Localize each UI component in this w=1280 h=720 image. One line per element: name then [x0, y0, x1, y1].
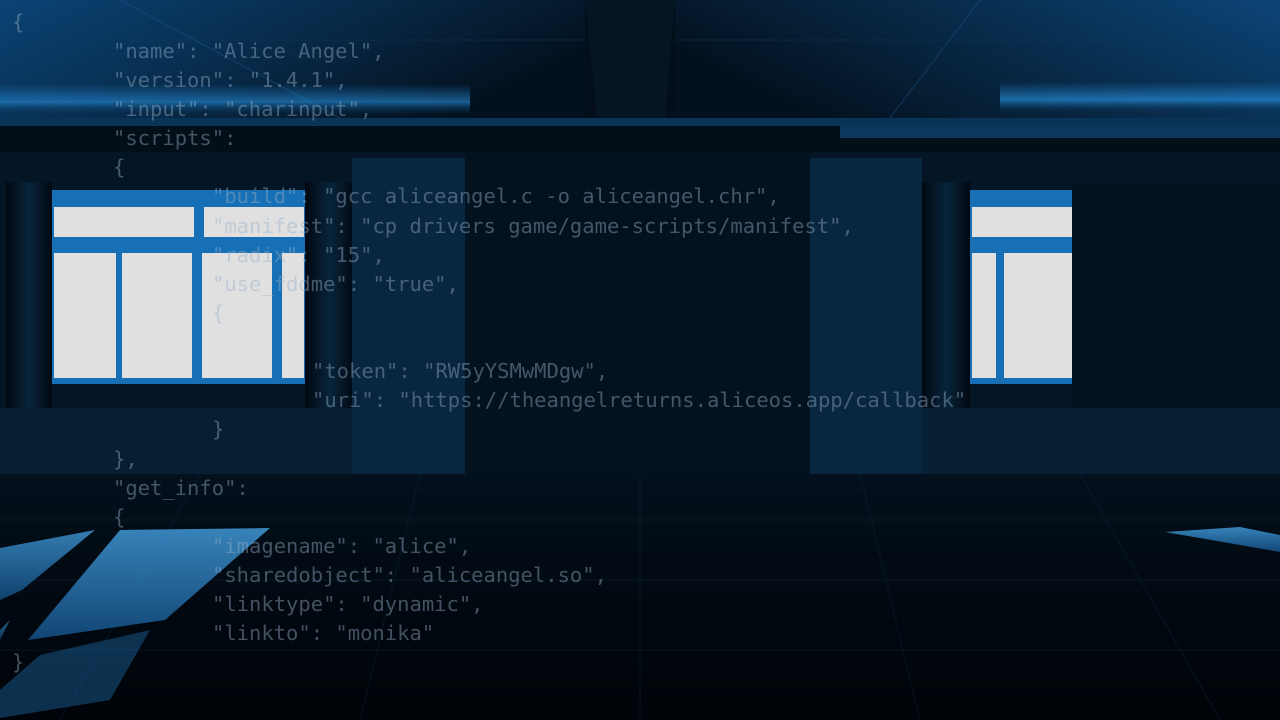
game-scene[interactable]: { "name": "Alice Angel", "version": "1.4… [0, 0, 1280, 720]
classroom-background [0, 0, 1280, 720]
